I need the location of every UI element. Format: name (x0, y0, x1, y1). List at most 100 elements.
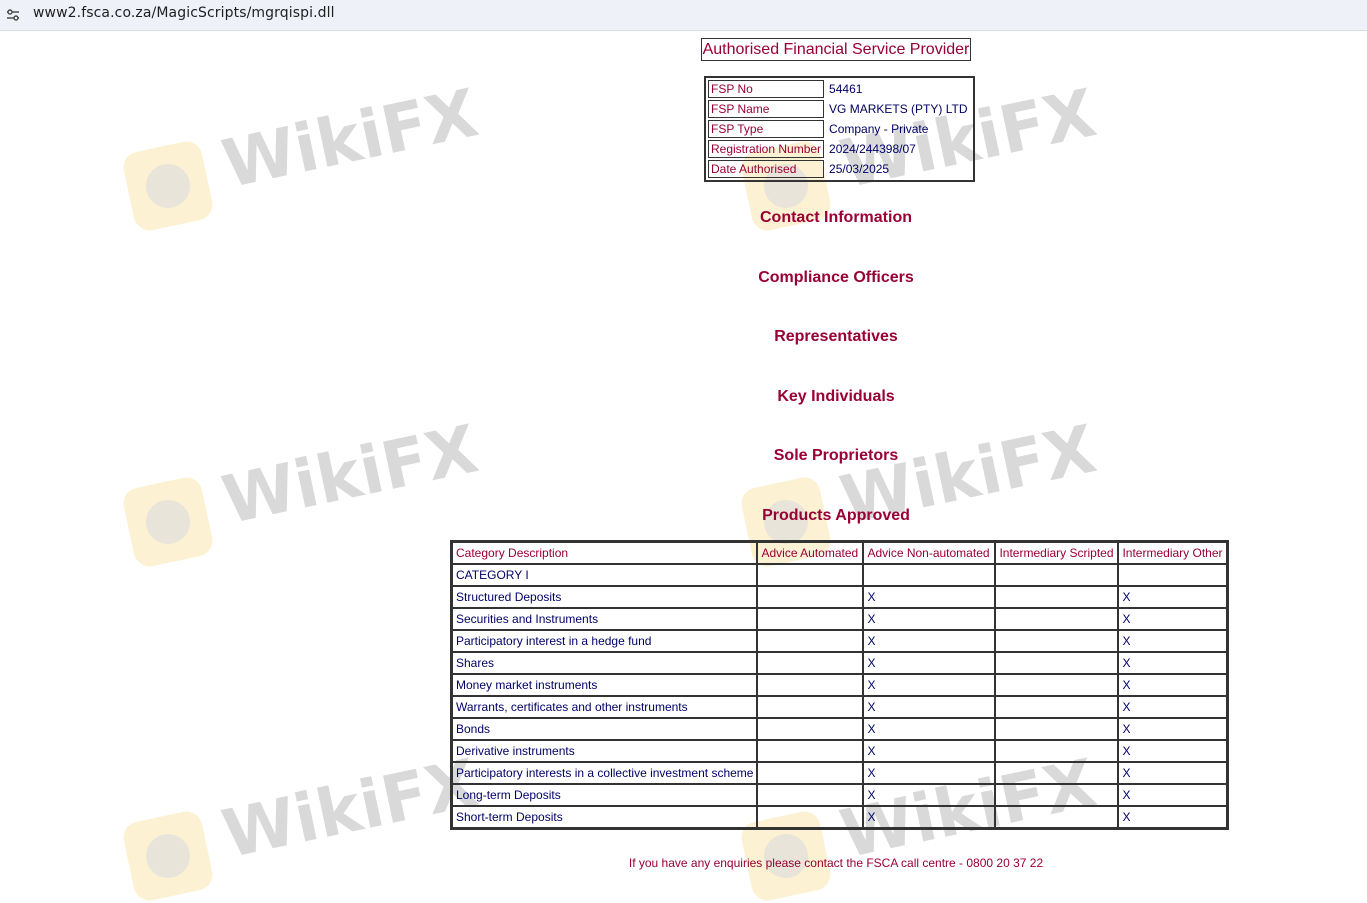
page-title: Authorised Financial Service Provider (701, 38, 971, 61)
products-approved-table: Category Description Advice Automated Ad… (450, 540, 1230, 830)
table-row: Participatory interests in a collective … (452, 762, 1228, 784)
watermark-text: WikiFX (216, 744, 485, 874)
table-cell: X (863, 762, 996, 784)
fsp-details-table: FSP No 54461 FSP Name VG MARKETS (PTY) L… (704, 76, 975, 182)
table-cell: Participatory interests in a collective … (452, 762, 758, 784)
table-cell: X (863, 696, 996, 718)
table-cell (757, 806, 864, 828)
table-row: Participatory interest in a hedge fund X X (452, 630, 1228, 652)
table-cell (995, 608, 1119, 630)
table-cell: X (863, 630, 996, 652)
section-sole-proprietors: Sole Proprietors (773, 447, 899, 464)
table-cell: Participatory interest in a hedge fund (452, 630, 758, 652)
table-cell: X (863, 740, 996, 762)
table-cell: X (1118, 740, 1228, 762)
table-row: FSP Type Company - Private (708, 120, 971, 138)
table-cell (995, 696, 1119, 718)
table-cell (757, 586, 864, 608)
tune-icon[interactable] (6, 8, 20, 22)
table-cell: X (863, 718, 996, 740)
table-cell: X (1118, 652, 1228, 674)
table-row: Bonds X X (452, 718, 1228, 740)
fsp-name-label: FSP Name (708, 100, 825, 118)
fsp-name-value: VG MARKETS (PTY) LTD (829, 102, 968, 116)
column-header: Intermediary Scripted (995, 542, 1119, 564)
section-compliance-officers: Compliance Officers (758, 269, 914, 286)
table-row: FSP Name VG MARKETS (PTY) LTD (708, 100, 971, 118)
table-cell (995, 784, 1119, 806)
table-cell: Long-term Deposits (452, 784, 758, 806)
table-row: Shares X X (452, 652, 1228, 674)
table-row: FSP No 54461 (708, 80, 971, 98)
table-cell (995, 564, 1119, 586)
table-cell: X (1118, 608, 1228, 630)
table-cell: X (863, 652, 996, 674)
table-cell: X (1118, 762, 1228, 784)
table-row: Date Authorised 25/03/2025 (708, 160, 971, 178)
table-cell: Shares (452, 652, 758, 674)
column-header: Advice Automated (757, 542, 864, 564)
watermark-text: WikiFX (216, 410, 485, 540)
table-cell: X (863, 586, 996, 608)
table-cell (995, 718, 1119, 740)
table-cell: Money market instruments (452, 674, 758, 696)
table-cell (757, 564, 864, 586)
table-cell (757, 608, 864, 630)
section-key-individuals: Key Individuals (777, 388, 895, 405)
table-cell: X (863, 608, 996, 630)
table-header-row: Category Description Advice Automated Ad… (452, 542, 1228, 564)
table-cell (757, 652, 864, 674)
table-cell (757, 674, 864, 696)
table-cell: Short-term Deposits (452, 806, 758, 828)
table-cell (757, 740, 864, 762)
table-cell: X (863, 674, 996, 696)
table-cell: X (1118, 674, 1228, 696)
table-row: Short-term Deposits X X (452, 806, 1228, 828)
table-row: Money market instruments X X (452, 674, 1228, 696)
table-cell (757, 630, 864, 652)
wikifx-eagle-icon (120, 138, 216, 234)
table-cell (757, 696, 864, 718)
wikifx-eagle-icon (120, 474, 216, 570)
table-cell: X (1118, 586, 1228, 608)
fsp-no-value: 54461 (829, 82, 863, 96)
table-row: Structured Deposits X X (452, 586, 1228, 608)
table-row: Registration Number 2024/244398/07 (708, 140, 971, 158)
table-cell (995, 586, 1119, 608)
table-cell (995, 652, 1119, 674)
date-authorised-label: Date Authorised (708, 160, 825, 178)
registration-number-label: Registration Number (708, 140, 825, 158)
table-cell: CATEGORY I (452, 564, 758, 586)
fsp-type-label: FSP Type (708, 120, 825, 138)
table-cell: Structured Deposits (452, 586, 758, 608)
table-cell (995, 630, 1119, 652)
table-cell: X (1118, 630, 1228, 652)
section-contact-information: Contact Information (760, 209, 912, 226)
table-cell: X (1118, 806, 1228, 828)
table-cell: X (863, 806, 996, 828)
table-cell (995, 806, 1119, 828)
table-row: Warrants, certificates and other instrum… (452, 696, 1228, 718)
address-bar[interactable]: www2.fsca.co.za/MagicScripts/mgrqispi.dl… (0, 0, 1367, 31)
fsp-type-value: Company - Private (829, 122, 929, 136)
column-header: Category Description (452, 542, 758, 564)
table-row: Securities and Instruments X X (452, 608, 1228, 630)
watermark-text: WikiFX (216, 74, 485, 204)
table-row: Long-term Deposits X X (452, 784, 1228, 806)
table-cell (757, 718, 864, 740)
url-text[interactable]: www2.fsca.co.za/MagicScripts/mgrqispi.dl… (33, 5, 335, 21)
table-cell (757, 784, 864, 806)
fsp-no-label: FSP No (708, 80, 825, 98)
table-cell (863, 564, 996, 586)
section-representatives: Representatives (774, 328, 898, 345)
table-cell (995, 674, 1119, 696)
table-cell (995, 762, 1119, 784)
column-header: Advice Non-automated (863, 542, 996, 564)
table-cell: Derivative instruments (452, 740, 758, 762)
table-cell: X (1118, 784, 1228, 806)
table-cell: Securities and Instruments (452, 608, 758, 630)
section-products-approved: Products Approved (762, 507, 910, 524)
registration-number-value: 2024/244398/07 (829, 142, 916, 156)
table-cell: Warrants, certificates and other instrum… (452, 696, 758, 718)
table-cell (995, 740, 1119, 762)
